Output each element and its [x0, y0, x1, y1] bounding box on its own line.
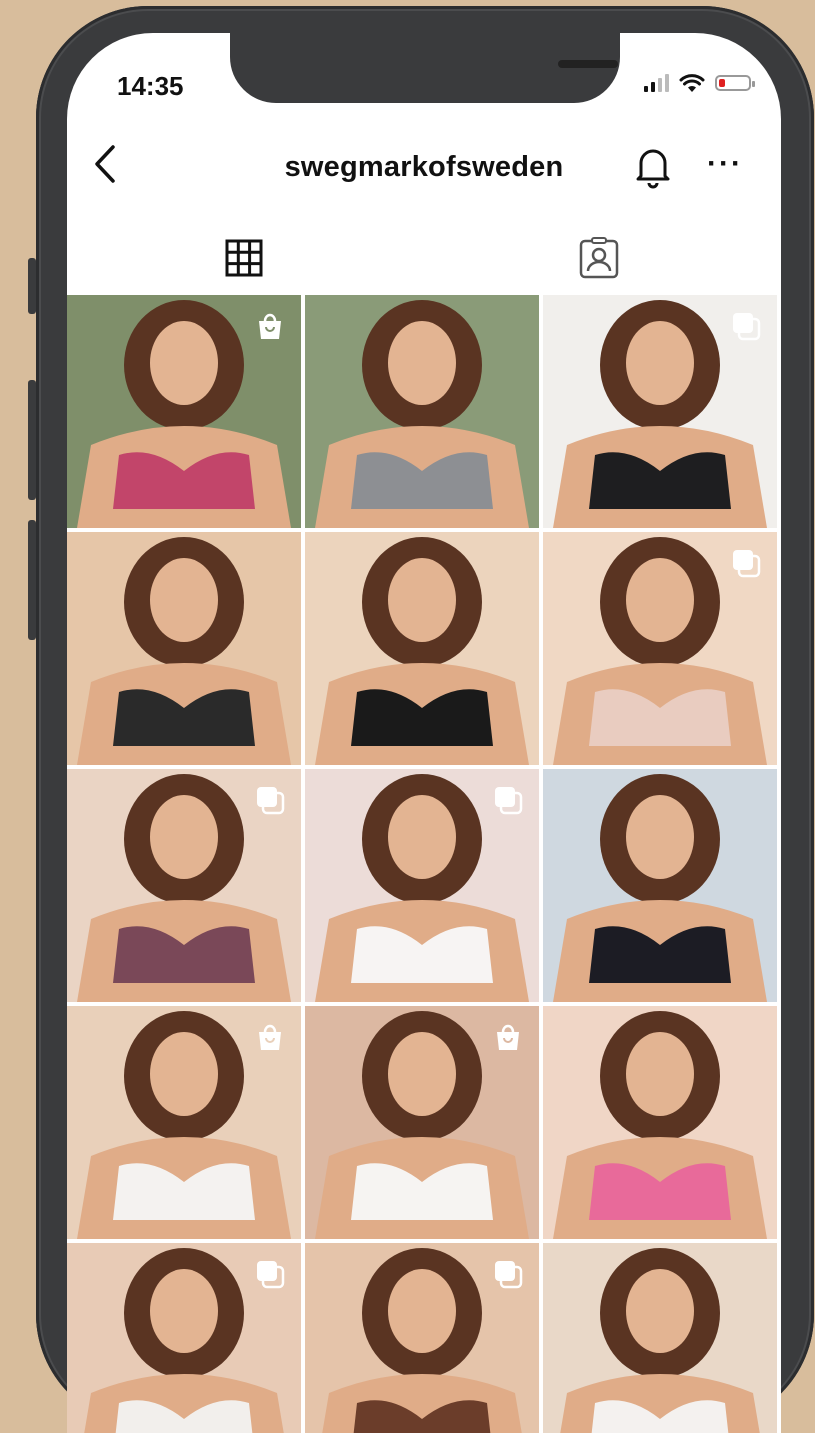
- post-grid: [67, 295, 781, 1433]
- status-time: 14:35: [117, 71, 184, 101]
- multiple-photos-icon: [495, 1261, 523, 1289]
- multiple-photos-icon: [733, 550, 761, 578]
- post-thumbnail[interactable]: [305, 769, 539, 1002]
- shopping-bag-icon: [259, 1024, 281, 1050]
- post-photo: [67, 532, 301, 765]
- post-thumbnail[interactable]: [67, 532, 301, 765]
- volume-down-button: [28, 520, 36, 640]
- post-photo: [543, 769, 777, 1002]
- post-photo: [543, 1006, 777, 1239]
- post-thumbnail[interactable]: [67, 769, 301, 1002]
- multiple-photos-icon: [495, 787, 523, 815]
- post-thumbnail[interactable]: [543, 532, 777, 765]
- post-thumbnail[interactable]: [543, 295, 777, 528]
- status-icons: [644, 73, 755, 93]
- volume-up-button: [28, 380, 36, 500]
- post-photo: [305, 295, 539, 528]
- post-thumbnail[interactable]: [305, 532, 539, 765]
- phone-screen: 14:35 swegmarkofsweden ···: [67, 33, 781, 1433]
- profile-username: swegmarkofsweden: [284, 151, 564, 183]
- multiple-photos-icon: [257, 787, 285, 815]
- shopping-bag-icon: [497, 1024, 519, 1050]
- battery-icon: [715, 75, 755, 91]
- post-thumbnail[interactable]: [67, 1006, 301, 1239]
- signal-icon: [644, 74, 669, 92]
- profile-header: swegmarkofsweden ···: [67, 133, 781, 199]
- post-photo: [543, 1243, 777, 1433]
- post-thumbnail[interactable]: [305, 1243, 539, 1433]
- notification-bell-icon[interactable]: [633, 143, 673, 189]
- mute-switch: [28, 258, 36, 314]
- shopping-bag-icon: [259, 313, 281, 339]
- post-thumbnail[interactable]: [305, 1006, 539, 1239]
- tagged-portrait-icon[interactable]: [579, 237, 619, 279]
- profile-tabs: [67, 231, 781, 287]
- grid-icon[interactable]: [225, 239, 263, 277]
- post-photo: [305, 532, 539, 765]
- post-thumbnail[interactable]: [543, 769, 777, 1002]
- more-options-icon[interactable]: ···: [707, 147, 743, 181]
- multiple-photos-icon: [257, 1261, 285, 1289]
- post-thumbnail[interactable]: [543, 1006, 777, 1239]
- wifi-icon: [679, 74, 705, 92]
- battery-level: [719, 79, 725, 87]
- post-thumbnail[interactable]: [543, 1243, 777, 1433]
- post-thumbnail[interactable]: [67, 295, 301, 528]
- post-thumbnail[interactable]: [67, 1243, 301, 1433]
- notch: [230, 33, 620, 103]
- speaker: [558, 60, 618, 68]
- multiple-photos-icon: [733, 313, 761, 341]
- post-thumbnail[interactable]: [305, 295, 539, 528]
